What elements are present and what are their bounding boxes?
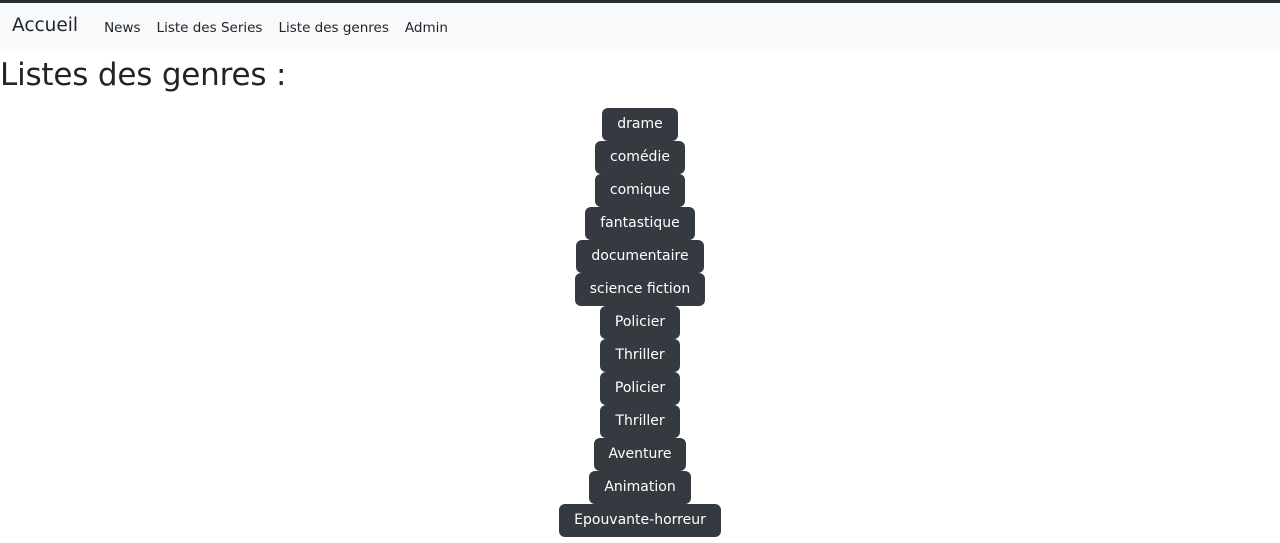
navbar-brand-accueil[interactable]: Accueil	[12, 16, 78, 36]
nav-item-liste-des-series: Liste des Series	[149, 17, 271, 36]
nav-item-liste-des-genres: Liste des genres	[270, 17, 396, 36]
genre-badge[interactable]: comique	[594, 174, 686, 208]
genre-badge[interactable]: drame	[602, 108, 678, 142]
genre-badge[interactable]: Thriller	[600, 405, 680, 439]
nav-item-admin: Admin	[397, 17, 456, 36]
genre-badge[interactable]: Aventure	[593, 438, 687, 472]
nav-link-admin[interactable]: Admin	[397, 21, 456, 36]
navbar-links: News Liste des Series Liste des genres A…	[96, 17, 456, 36]
genre-badge[interactable]: Animation	[589, 471, 691, 505]
nav-link-liste-des-genres[interactable]: Liste des genres	[270, 21, 396, 36]
genre-badge[interactable]: fantastique	[585, 207, 695, 241]
genre-badge[interactable]: Thriller	[600, 339, 680, 373]
nav-link-news[interactable]: News	[96, 21, 148, 36]
genre-badge[interactable]: Policier	[599, 372, 681, 406]
main-navbar: Accueil News Liste des Series Liste des …	[0, 3, 1280, 49]
main-content: Listes des genres : drame comédie comiqu…	[0, 49, 1280, 538]
genre-badge[interactable]: science fiction	[574, 273, 706, 307]
genre-badge[interactable]: documentaire	[576, 240, 704, 274]
genre-badge[interactable]: Policier	[599, 306, 681, 340]
genre-badge[interactable]: Epouvante-horreur	[559, 504, 721, 538]
page-title: Listes des genres :	[0, 57, 287, 93]
genre-badge-list: drame comédie comique fantastique docume…	[0, 108, 1280, 538]
nav-link-liste-des-series[interactable]: Liste des Series	[149, 21, 271, 36]
genre-badge[interactable]: comédie	[595, 141, 685, 175]
nav-item-news: News	[96, 17, 148, 36]
